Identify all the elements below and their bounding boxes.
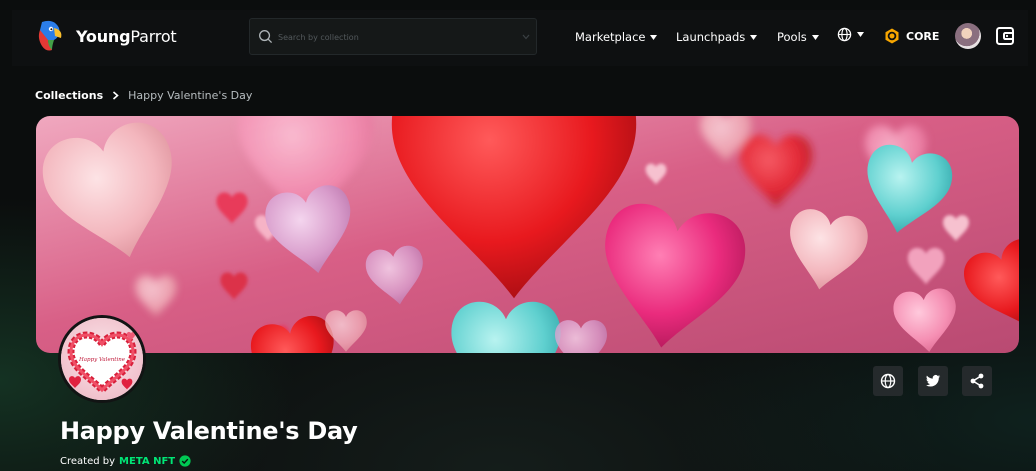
- caret-down-icon: [750, 34, 758, 40]
- core-coin-icon[interactable]: [884, 28, 900, 44]
- twitter-icon: [926, 375, 941, 387]
- collection-avatar-text: Happy Valentine: [78, 357, 126, 363]
- brand-name-bold: Young: [76, 27, 131, 46]
- wallet-icon[interactable]: [995, 26, 1015, 46]
- collection-page: YoungParrot Marketplace Launchpads Pools: [0, 0, 1036, 471]
- collection-avatar: Happy Valentine: [58, 315, 146, 403]
- nav-launchpads[interactable]: Launchpads: [676, 30, 758, 44]
- share-button[interactable]: [962, 366, 992, 396]
- share-icon: [970, 373, 984, 389]
- language-selector[interactable]: [837, 27, 864, 42]
- user-avatar[interactable]: [955, 23, 981, 49]
- breadcrumb: Collections Happy Valentine's Day: [35, 89, 252, 102]
- chevron-right-icon: [113, 91, 119, 100]
- search-box[interactable]: [249, 18, 537, 55]
- breadcrumb-collections-link[interactable]: Collections: [35, 89, 103, 102]
- brand-name[interactable]: YoungParrot: [76, 27, 177, 46]
- twitter-button[interactable]: [918, 366, 948, 396]
- search-icon: [259, 30, 273, 44]
- caret-down-icon: [650, 34, 658, 40]
- brand-name-rest: Parrot: [130, 27, 177, 46]
- creator-link[interactable]: META NFT: [119, 456, 175, 467]
- nav-launchpads-label: Launchpads: [676, 30, 746, 44]
- nav-marketplace-label: Marketplace: [575, 30, 646, 44]
- breadcrumb-current: Happy Valentine's Day: [128, 89, 253, 102]
- verified-badge-icon: [179, 455, 191, 467]
- globe-icon: [837, 27, 852, 42]
- parrot-logo-icon[interactable]: [34, 18, 64, 54]
- search-input[interactable]: [278, 27, 508, 47]
- collection-title: Happy Valentine's Day: [60, 417, 358, 445]
- creator-line: Created by META NFT: [60, 455, 191, 467]
- collection-banner-image: [36, 116, 1019, 353]
- created-by-label: Created by: [60, 455, 116, 467]
- nav-marketplace[interactable]: Marketplace: [575, 30, 658, 44]
- chevron-down-icon[interactable]: [522, 34, 530, 40]
- caret-down-icon: [811, 34, 819, 40]
- website-globe-icon: [880, 373, 896, 389]
- top-navigation-bar: YoungParrot Marketplace Launchpads Pools: [12, 10, 1028, 66]
- nav-pools-label: Pools: [777, 30, 807, 44]
- website-button[interactable]: [873, 366, 903, 396]
- nav-pools[interactable]: Pools: [777, 30, 819, 44]
- caret-down-icon: [857, 32, 864, 37]
- chain-label[interactable]: CORE: [906, 30, 939, 43]
